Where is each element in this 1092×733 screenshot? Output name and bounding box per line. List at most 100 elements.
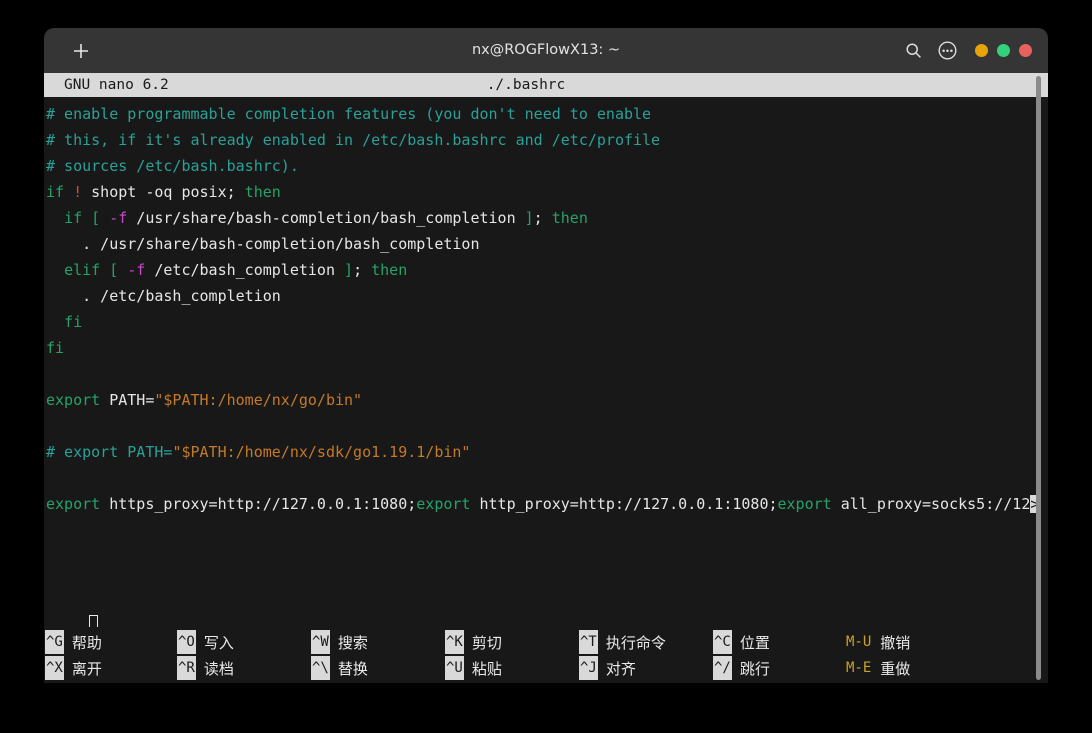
shortcut-item[interactable]: ^G 帮助 <box>45 629 102 655</box>
code-token: ] <box>344 261 354 279</box>
shortcut-label: 位置 <box>739 633 770 652</box>
window-titlebar: nx@ROGFlowX13: ~ <box>44 28 1048 73</box>
shortcut-label: 对齐 <box>605 659 636 678</box>
code-token: # this, if it's already enabled in /etc/… <box>46 131 661 149</box>
code-token: export <box>46 495 101 513</box>
code-content: # enable programmable completion feature… <box>44 101 1048 517</box>
shortcut-item[interactable]: ^/ 跳行 <box>713 655 770 681</box>
minimize-button[interactable] <box>975 44 988 57</box>
shortcut-column: ^G 帮助 ^X 离开 <box>45 627 102 683</box>
nano-shortcut-bar: ^G 帮助 ^X 离开 ^O 写入 ^R 读档 ^W 搜索 ^\ 替换 ^K 剪切 ^U 粘贴 ^T 执行命令 ^J… <box>44 627 1048 683</box>
code-token: export <box>777 495 832 513</box>
shortcut-item[interactable]: ^T 执行命令 <box>579 629 666 655</box>
shortcut-label: 帮助 <box>71 633 102 652</box>
code-token: shopt -oq posix; <box>82 183 245 201</box>
code-line: export https_proxy=http://127.0.0.1:1080… <box>45 491 1048 517</box>
code-token: fi <box>64 313 83 331</box>
shortcut-item[interactable]: ^R 读档 <box>177 655 234 681</box>
shortcut-key: ^\ <box>311 656 330 680</box>
shortcut-label: 替换 <box>337 659 368 678</box>
shortcut-column: ^K 剪切 ^U 粘贴 <box>445 627 502 683</box>
code-line: # enable programmable completion feature… <box>45 101 1048 127</box>
ellipsis-menu-icon[interactable] <box>937 41 957 61</box>
code-token: elif <box>64 261 101 279</box>
shortcut-label: 粘贴 <box>471 659 502 678</box>
code-token: if <box>46 183 65 201</box>
nano-editor-area[interactable]: # enable programmable completion feature… <box>44 97 1048 683</box>
shortcut-column: ^C 位置 ^/ 跳行 <box>713 627 770 683</box>
code-line: # sources /etc/bash.bashrc). <box>45 153 1048 179</box>
code-token: . /etc/bash_completion <box>46 287 281 305</box>
shortcut-item[interactable]: ^W 搜索 <box>311 629 368 655</box>
shortcut-label: 撤销 <box>880 633 911 652</box>
shortcut-label: 剪切 <box>471 633 502 652</box>
shortcut-item[interactable]: ^X 离开 <box>45 655 102 681</box>
close-button[interactable] <box>1019 44 1032 57</box>
code-token: ; <box>533 209 552 227</box>
code-line: export PATH="$PATH:/home/nx/go/bin" <box>45 387 1048 413</box>
code-token: then <box>244 183 281 201</box>
terminal-window: nx@ROGFlowX13: ~ GNU nano 6.2 ./.bashrc … <box>44 28 1048 683</box>
code-token: PATH= <box>100 391 155 409</box>
code-token: http_proxy=http://127.0.0.1:1080; <box>470 495 778 513</box>
shortcut-key: ^T <box>579 630 598 654</box>
code-line: . /etc/bash_completion <box>45 283 1048 309</box>
shortcut-item[interactable]: ^U 粘贴 <box>445 655 502 681</box>
shortcut-item[interactable]: ^C 位置 <box>713 629 770 655</box>
shortcut-label: 写入 <box>203 633 234 652</box>
shortcut-item[interactable]: ^K 剪切 <box>445 629 502 655</box>
shortcut-label: 跳行 <box>739 659 770 678</box>
code-token: ! <box>73 183 83 201</box>
code-token: then <box>371 261 408 279</box>
code-token: ] <box>524 209 534 227</box>
shortcut-key: ^R <box>177 656 196 680</box>
shortcut-key: ^U <box>445 656 464 680</box>
code-line: elif [ -f /etc/bash_completion ]; then <box>45 257 1048 283</box>
shortcut-label: 离开 <box>71 659 102 678</box>
shortcut-column: ^W 搜索 ^\ 替换 <box>311 627 368 683</box>
shortcut-column: M-U 撤销 M-E 重做 <box>845 627 910 683</box>
shortcut-key: ^X <box>45 656 64 680</box>
scrollbar-thumb[interactable] <box>1036 76 1041 680</box>
code-token: [ <box>91 209 101 227</box>
shortcut-key: ^G <box>45 630 64 654</box>
code-token: https_proxy=http://127.0.0.1:1080; <box>100 495 417 513</box>
shortcut-key: ^J <box>579 656 598 680</box>
code-token: . /usr/share/bash-completion/bash_comple… <box>46 235 480 253</box>
code-line: if [ -f /usr/share/bash-completion/bash_… <box>45 205 1048 231</box>
shortcut-key: ^O <box>177 630 196 654</box>
maximize-button[interactable] <box>997 44 1010 57</box>
code-token: if <box>64 209 83 227</box>
code-line: fi <box>45 335 1048 361</box>
code-token: # sources /etc/bash.bashrc). <box>46 157 299 175</box>
window-title: nx@ROGFlowX13: ~ <box>471 42 621 58</box>
window-buttons <box>975 44 1032 57</box>
code-token: ; <box>353 261 372 279</box>
search-icon[interactable] <box>903 41 923 61</box>
code-token: # enable programmable completion feature… <box>46 105 652 123</box>
shortcut-item[interactable]: M-U 撤销 <box>845 629 910 655</box>
code-line: # this, if it's already enabled in /etc/… <box>45 127 1048 153</box>
code-token: then <box>551 209 588 227</box>
shortcut-label: 执行命令 <box>605 633 666 652</box>
code-token: /usr/share/bash-completion/bash_completi… <box>127 209 525 227</box>
code-token: [ <box>109 261 119 279</box>
shortcut-item[interactable]: ^J 对齐 <box>579 655 666 681</box>
shortcut-item[interactable]: ^O 写入 <box>177 629 234 655</box>
shortcut-key: M-U <box>846 634 872 650</box>
code-token: -f <box>127 261 146 279</box>
code-token: export <box>416 495 471 513</box>
code-token: -f <box>109 209 128 227</box>
shortcut-key: M-E <box>846 660 872 676</box>
shortcut-item[interactable]: ^\ 替换 <box>311 655 368 681</box>
shortcut-item[interactable]: M-E 重做 <box>845 655 910 681</box>
shortcut-label: 搜索 <box>337 633 368 652</box>
